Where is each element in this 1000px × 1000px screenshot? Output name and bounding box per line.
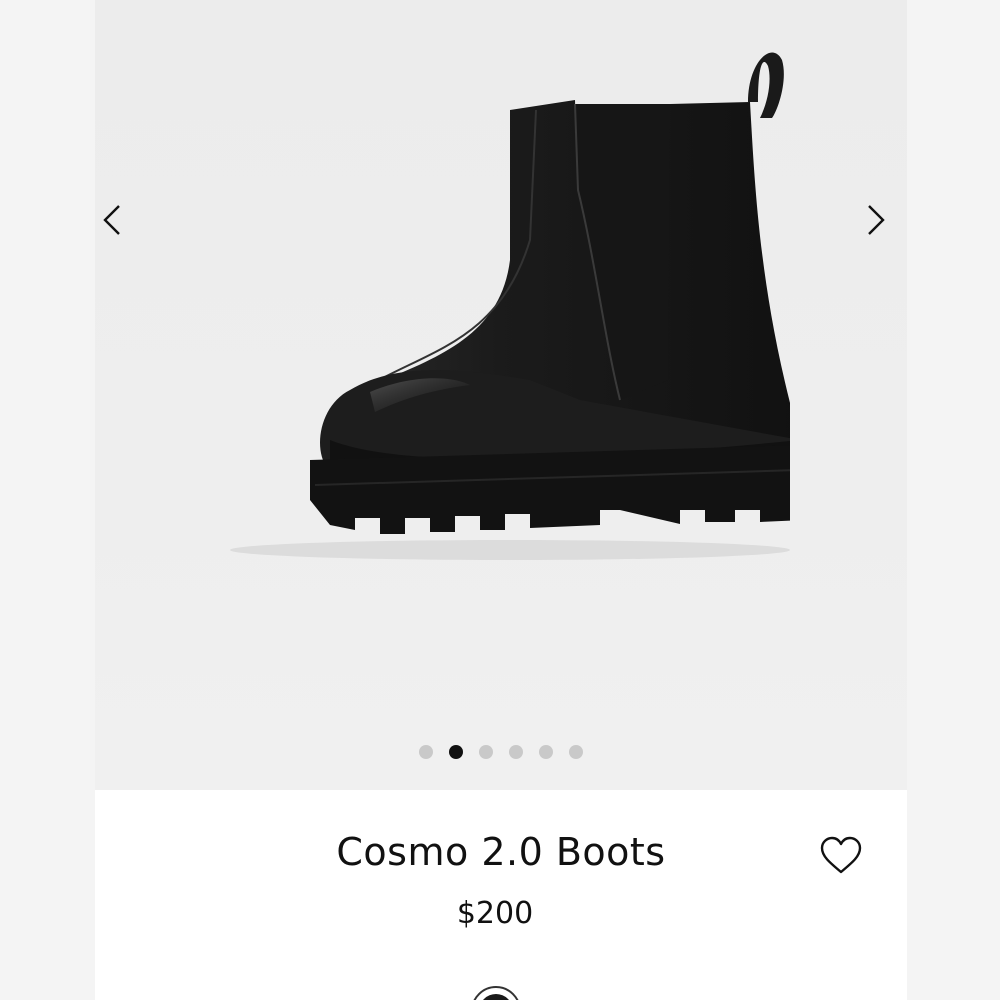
gallery-dot-active[interactable] [449, 745, 463, 759]
right-margin [907, 0, 1000, 1000]
left-margin [0, 0, 95, 1000]
product-info: Cosmo 2.0 Boots $200 [95, 790, 907, 1000]
product-image-boot [230, 52, 790, 560]
color-swatch-black[interactable] [471, 986, 521, 1000]
product-image-gallery[interactable] [95, 0, 907, 790]
chevron-left-icon[interactable] [95, 200, 135, 240]
color-swatch-fill [479, 994, 513, 1000]
gallery-dot[interactable] [419, 745, 433, 759]
gallery-dot[interactable] [569, 745, 583, 759]
gallery-pagination [95, 745, 907, 759]
gallery-dot[interactable] [509, 745, 523, 759]
gallery-dot[interactable] [479, 745, 493, 759]
product-price: $200 [456, 896, 534, 931]
gallery-dot[interactable] [539, 745, 553, 759]
heart-outline-icon[interactable] [819, 836, 863, 876]
product-title: Cosmo 2.0 Boots [336, 830, 666, 874]
chevron-right-icon[interactable] [855, 200, 895, 240]
product-card: Cosmo 2.0 Boots $200 [95, 0, 907, 1000]
